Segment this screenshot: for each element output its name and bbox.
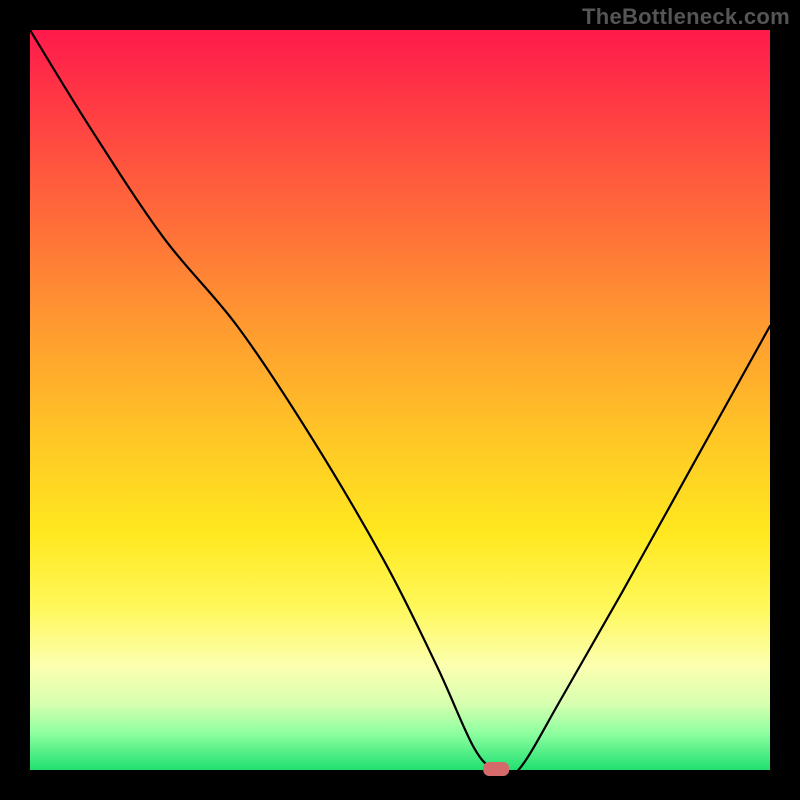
chart-frame: TheBottleneck.com [0,0,800,800]
chart-svg [30,30,770,770]
bottleneck-curve [30,30,770,776]
optimal-marker [483,762,509,776]
plot-area [30,30,770,770]
watermark-text: TheBottleneck.com [582,4,790,30]
